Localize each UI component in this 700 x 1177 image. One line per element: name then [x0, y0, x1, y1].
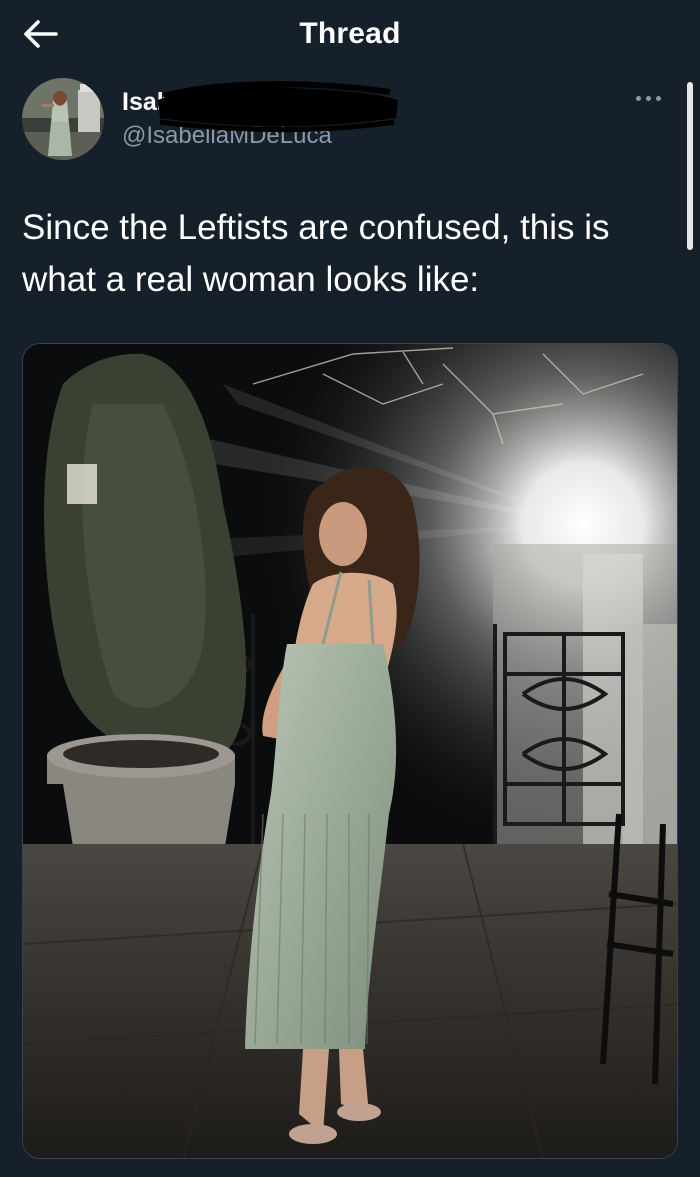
page-title: Thread: [299, 17, 401, 50]
arrow-left-icon: [24, 20, 58, 48]
more-dot-icon: [635, 95, 641, 101]
tweet-author: Isabella Maria DeLuca @IsabellaMDeLuca: [22, 78, 682, 162]
scrollbar[interactable]: [687, 82, 693, 250]
back-button[interactable]: [18, 14, 62, 54]
redaction-scribble: [158, 81, 398, 133]
tweet-text: Since the Leftists are confused, this is…: [22, 208, 610, 299]
more-dot-icon: [655, 95, 661, 101]
top-bar: Thread: [0, 0, 700, 70]
thread-screen: Thread Isabella Maria DeLuca @IsabellaMD…: [0, 0, 700, 1177]
photo-illustration: [23, 344, 677, 1158]
avatar[interactable]: [22, 78, 104, 160]
more-options-button[interactable]: [628, 88, 668, 108]
tweet-photo[interactable]: [22, 343, 678, 1159]
more-dot-icon: [645, 95, 651, 101]
